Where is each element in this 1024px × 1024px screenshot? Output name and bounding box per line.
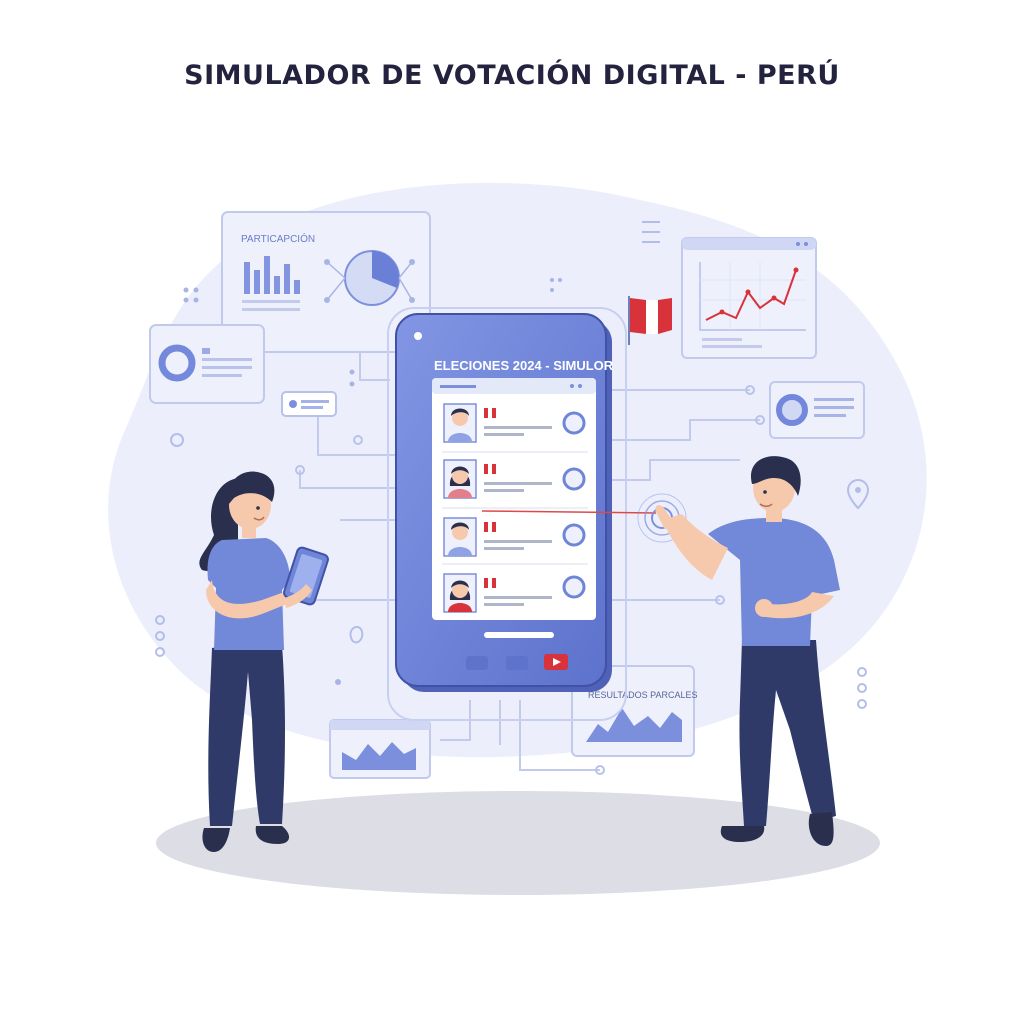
vote-radio-button[interactable] — [562, 467, 586, 491]
phone-device: ELECIONES 2024 - SIMULOR — [395, 313, 614, 692]
vote-radio-button[interactable] — [562, 411, 586, 435]
donut-panel — [149, 324, 265, 404]
area-chart-panel — [329, 719, 431, 779]
donut-card-right — [769, 381, 865, 439]
phone-home-bar[interactable] — [484, 632, 554, 638]
partial-results-label: RESULTADOS PARCALES — [588, 690, 698, 700]
line-chart-panel — [681, 237, 817, 359]
app-icon[interactable] — [466, 656, 488, 670]
phone-camera — [414, 332, 422, 340]
participation-label: PARTICAPCIÓN — [241, 232, 315, 245]
phone-screen-title: ELECIONES 2024 - SIMULOR — [434, 358, 614, 373]
vote-radio-button[interactable] — [562, 523, 586, 547]
app-icon[interactable] — [506, 656, 528, 670]
illustration-scene: PARTICAPCIÓN RESULTADOS PARCALES ELECION… — [108, 182, 927, 895]
chat-bubble — [281, 391, 337, 417]
vote-radio-button[interactable] — [562, 575, 586, 599]
